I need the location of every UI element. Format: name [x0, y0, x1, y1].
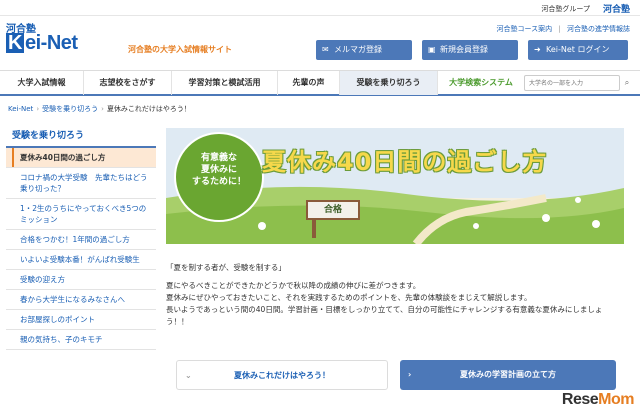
- site-subtitle: 河合塾の大学入試情報サイト: [128, 45, 232, 54]
- search-icon[interactable]: ⌕: [620, 75, 634, 91]
- login-button[interactable]: ➜ Kei-Net ログイン: [528, 40, 628, 60]
- hero-sign: 合格: [306, 200, 360, 220]
- watermark-part-a: Rese: [561, 391, 599, 408]
- article-paragraph: 夏にやるべきことができたかどうかで秋以降の成績の伸びに差がつきます。: [166, 281, 421, 290]
- login-icon: ➜: [534, 45, 541, 54]
- sidebar-heading: 受験を乗り切ろう: [6, 124, 156, 148]
- sidebar-item[interactable]: 夏休み40日間の過ごし方: [6, 148, 156, 168]
- breadcrumb-section[interactable]: 受験を乗り切ろう: [42, 105, 98, 113]
- header-link-magazine[interactable]: 河合塾の進学情報誌: [567, 25, 630, 33]
- logo-k-mark: K: [6, 33, 24, 53]
- university-search-input[interactable]: [524, 75, 620, 91]
- top-bar: 河合塾グループ 河合塾: [0, 0, 640, 16]
- summer-must-do-label: 夏休みこれだけはやろう！: [234, 371, 330, 380]
- nav-item-label: 受験を乗り切ろう: [356, 78, 421, 87]
- logo-wordmark: Kei-Net: [6, 32, 78, 55]
- group-text: 河合塾グループ: [541, 5, 590, 13]
- study-plan-button[interactable]: › 夏休みの学習計画の立て方: [400, 360, 616, 390]
- chevron-down-icon: ⌄: [185, 371, 192, 380]
- nav-item-label: 志望校をさがす: [99, 78, 156, 87]
- university-search-label: 大学検索システム: [449, 78, 513, 87]
- resemom-watermark: ReseMom: [561, 391, 635, 409]
- sidebar-item[interactable]: コロナ禍の大学受験 先輩たちはどう乗り切った？: [6, 168, 156, 199]
- kawaijuku-logo[interactable]: 河合塾: [603, 2, 630, 15]
- article-body: 「夏を制する者が、受験を制する」 夏にやるべきことができたかどうかで秋以降の成績…: [166, 262, 624, 328]
- register-button-label: 新規会員登録: [440, 45, 488, 54]
- hero-badge-text: 有意義な 夏休みに するために！: [191, 153, 246, 187]
- chevron-right-icon: ›: [408, 370, 412, 379]
- nav-item-label: 大学入試情報: [17, 78, 66, 87]
- mail-icon: ✉: [322, 45, 329, 54]
- nav-item-label: 学習対策と模試活用: [188, 78, 261, 87]
- sidebar-item[interactable]: 春から大学生になるみなさんへ: [6, 290, 156, 310]
- sidebar: 受験を乗り切ろう 夏休み40日間の過ごし方 コロナ禍の大学受験 先輩たちはどう乗…: [6, 124, 156, 350]
- main-nav: 大学入試情報 志望校をさがす 学習対策と模試活用 先輩の声 受験を乗り切ろう 大…: [0, 70, 640, 96]
- article-quote: 「夏を制する者が、受験を制する」: [166, 263, 286, 272]
- user-icon: ▣: [428, 45, 436, 54]
- sidebar-item[interactable]: 1・2生のうちにやっておくべき5つのミッション: [6, 199, 156, 230]
- newsletter-button-label: メルマガ登録: [334, 45, 382, 54]
- nav-item-study[interactable]: 学習対策と模試活用: [172, 71, 278, 95]
- study-plan-label: 夏休みの学習計画の立て方: [460, 370, 556, 379]
- breadcrumb-current: 夏休みこれだけはやろう！: [106, 105, 191, 113]
- sidebar-item[interactable]: 合格をつかむ！1年間の過ごし方: [6, 230, 156, 250]
- breadcrumb-home[interactable]: Kei-Net: [8, 105, 33, 113]
- sidebar-item[interactable]: いよいよ受験本番！がんばれ受験生: [6, 250, 156, 270]
- article-paragraph: 夏休みにぜひやっておきたいこと、それを実践するためのポイントを、先輩の体験談をま…: [166, 293, 532, 302]
- newsletter-button[interactable]: ✉ メルマガ登録: [316, 40, 412, 60]
- nav-item-voices[interactable]: 先輩の声: [278, 71, 340, 95]
- breadcrumb: Kei-Net › 受験を乗り切ろう › 夏休みこれだけはやろう！: [8, 104, 191, 114]
- header-link-course[interactable]: 河合塾コース案内: [497, 25, 553, 33]
- logo-wordmark-text: ei-Net: [25, 32, 78, 54]
- sidebar-item[interactable]: お部屋探しのポイント: [6, 310, 156, 330]
- header-link-divider: |: [558, 25, 561, 33]
- nav-item-label: 先輩の声: [292, 78, 325, 87]
- hero-title: 夏休み40日間の過ごし方: [262, 148, 548, 176]
- register-button[interactable]: ▣ 新規会員登録: [422, 40, 518, 60]
- article-paragraph: 長いようであっという間の40日間。学習計画・目標をしっかり立てて、自分の可能性に…: [166, 305, 603, 326]
- nav-item-find-school[interactable]: 志望校をさがす: [84, 71, 172, 95]
- breadcrumb-sep: ›: [36, 105, 40, 113]
- watermark-part-b: Mom: [598, 391, 634, 408]
- hero-banner: 有意義な 夏休みに するために！ 夏休み40日間の過ごし方 合格: [166, 128, 624, 244]
- nav-item-admissions[interactable]: 大学入試情報: [0, 71, 84, 95]
- kei-net-logo[interactable]: 河合塾 Kei-Net: [6, 20, 124, 58]
- breadcrumb-sep: ›: [101, 105, 104, 113]
- login-button-label: Kei-Net ログイン: [546, 45, 610, 54]
- summer-must-do-button[interactable]: ⌄ 夏休みこれだけはやろう！: [176, 360, 388, 390]
- sidebar-item[interactable]: 受験の迎え方: [6, 270, 156, 290]
- header-links: 河合塾コース案内 | 河合塾の進学情報誌: [493, 24, 630, 34]
- nav-item-exam[interactable]: 受験を乗り切ろう: [340, 71, 438, 95]
- sidebar-item[interactable]: 親の気持ち、子のキモチ: [6, 330, 156, 350]
